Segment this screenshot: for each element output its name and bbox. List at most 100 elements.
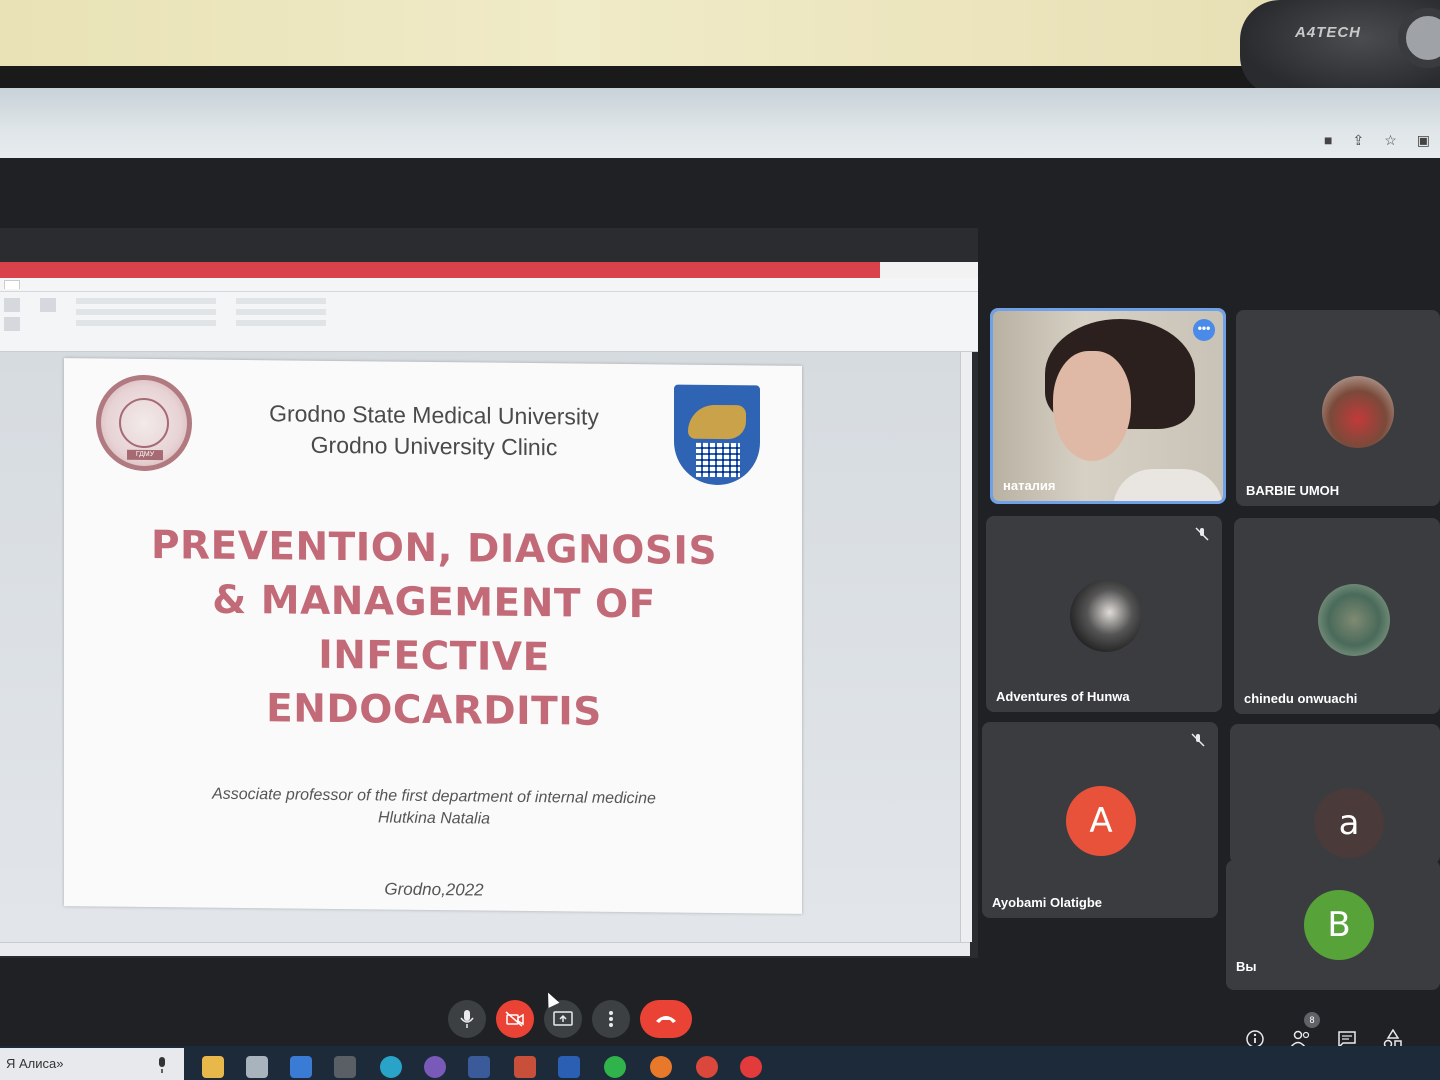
ppt-ribbon [0, 278, 978, 352]
video-person-face [1053, 351, 1131, 461]
microphone-button[interactable] [448, 1000, 486, 1038]
ppt-status-bar [0, 942, 970, 956]
camera-icon[interactable]: ■ [1324, 132, 1332, 149]
meeting-top-area [0, 158, 1440, 220]
ribbon-tab[interactable] [66, 280, 68, 289]
webcam-lens [1398, 8, 1440, 68]
title-line: PREVENTION, DIAGNOSIS [150, 523, 718, 574]
ppt-scrollbar[interactable] [960, 352, 972, 942]
chrome-icon[interactable] [696, 1056, 718, 1078]
camera-off-button[interactable] [496, 1000, 534, 1038]
present-screen-icon [553, 1011, 573, 1026]
slide-place-date: Grodno,2022 [384, 879, 484, 900]
ribbon-button[interactable] [4, 317, 20, 331]
clinic-line: Grodno University Clinic [310, 431, 558, 461]
webcam: A4TECH [1240, 0, 1440, 96]
viber-icon[interactable] [424, 1056, 446, 1078]
more-options-icon[interactable]: ••• [1193, 319, 1215, 341]
word-icon[interactable] [558, 1056, 580, 1078]
participant-avatar [1070, 580, 1142, 652]
participant-tile-active[interactable]: ••• наталия [990, 308, 1226, 504]
app-icon[interactable] [334, 1056, 356, 1078]
university-logo-icon: ГДМУ [96, 374, 192, 472]
more-vertical-icon [609, 1011, 613, 1027]
powerpoint-icon[interactable] [514, 1056, 536, 1078]
university-line: Grodno State Medical University [269, 400, 599, 430]
file-explorer-icon[interactable] [202, 1056, 224, 1078]
ribbon-group [4, 298, 20, 331]
ribbon-tab[interactable] [4, 280, 20, 289]
participant-avatar [1318, 584, 1390, 656]
ribbon-option[interactable] [236, 309, 326, 315]
deer-icon [688, 404, 746, 440]
ribbon-button[interactable] [4, 298, 20, 312]
save-app-icon[interactable] [468, 1056, 490, 1078]
participant-tile[interactable]: A Ayobami Olatigbe [982, 722, 1218, 918]
whatsapp-icon[interactable] [604, 1056, 626, 1078]
participant-avatar-letter: A [1066, 786, 1136, 856]
title-line: ENDOCARDITIS [266, 686, 602, 735]
ribbon-option[interactable] [76, 298, 216, 304]
slide: ГДМУ Grodno State Medical University Gro… [64, 358, 802, 914]
logo-inner-ring [119, 397, 169, 449]
slide-author: Associate professor of the first departm… [124, 783, 744, 833]
bookmark-star-icon[interactable]: ☆ [1384, 132, 1397, 149]
ribbon-tabs [0, 278, 978, 292]
hang-up-button[interactable] [640, 1000, 692, 1038]
participant-name: Adventures of Hunwa [996, 689, 1130, 704]
ribbon-option[interactable] [236, 320, 326, 326]
logo-text: ГДМУ [127, 449, 163, 461]
ribbon-option[interactable] [76, 309, 216, 315]
video-person-shoulder [1113, 469, 1223, 501]
coat-of-arms-icon [674, 384, 760, 486]
camera-off-icon [505, 1011, 524, 1027]
wall-background [0, 0, 1440, 72]
participant-tile[interactable]: chinedu onwuachi [1234, 518, 1440, 714]
building-grid-icon [696, 442, 740, 478]
meeting-control-bar [0, 990, 1440, 1040]
browser-toolbar: ■ ⇪ ☆ ▣ [0, 88, 1440, 158]
ppt-window-controls [880, 262, 978, 278]
participant-name: chinedu onwuachi [1244, 691, 1358, 706]
mic-off-icon [1191, 733, 1205, 747]
taskbar-mic-icon[interactable] [156, 1056, 168, 1074]
sidebar-icon[interactable]: ▣ [1417, 132, 1430, 149]
participant-tile[interactable]: BARBIE UMOH [1236, 310, 1440, 506]
participant-video [993, 311, 1223, 501]
monitor-bezel [0, 66, 1440, 88]
ribbon-tab[interactable] [90, 280, 92, 289]
share-icon[interactable]: ⇪ [1352, 132, 1364, 149]
ribbon-group [236, 298, 326, 331]
self-avatar-letter: B [1304, 890, 1374, 960]
participant-tile[interactable]: Adventures of Hunwa [986, 516, 1222, 712]
participant-avatar [1322, 376, 1394, 448]
title-line: & MANAGEMENT OF [212, 577, 656, 628]
participants-count-badge: 8 [1304, 1012, 1320, 1028]
university-name: Grodno State Medical University Grodno U… [224, 398, 644, 464]
title-line: INFECTIVE [318, 632, 550, 681]
mail-icon[interactable] [290, 1056, 312, 1078]
participant-tile[interactable]: a [1230, 724, 1440, 864]
browser-actions: ■ ⇪ ☆ ▣ [1324, 132, 1430, 149]
edge-icon[interactable] [380, 1056, 402, 1078]
participant-name: Ayobami Olatigbe [992, 895, 1103, 910]
yandex-icon[interactable] [740, 1056, 762, 1078]
phone-hangup-icon [656, 1016, 676, 1023]
ribbon-option[interactable] [236, 298, 326, 304]
ribbon-button[interactable] [40, 298, 56, 312]
microphone-icon [460, 1010, 474, 1028]
ribbon-tab[interactable] [42, 280, 44, 289]
webcam-brand: A4TECH [1295, 24, 1362, 41]
self-tile[interactable]: B Вы [1226, 860, 1440, 990]
participant-name: наталия [1003, 478, 1056, 493]
more-options-button[interactable] [592, 1000, 630, 1038]
firefox-icon[interactable] [650, 1056, 672, 1078]
ribbon-body [0, 292, 978, 337]
store-icon[interactable] [246, 1056, 268, 1078]
slide-title: PREVENTION, DIAGNOSIS & MANAGEMENT OF IN… [104, 519, 764, 742]
mic-off-icon [1195, 527, 1209, 541]
participant-name: BARBIE UMOH [1246, 483, 1340, 498]
ribbon-group [76, 298, 216, 331]
self-name: Вы [1236, 959, 1257, 974]
ribbon-option[interactable] [76, 320, 216, 326]
